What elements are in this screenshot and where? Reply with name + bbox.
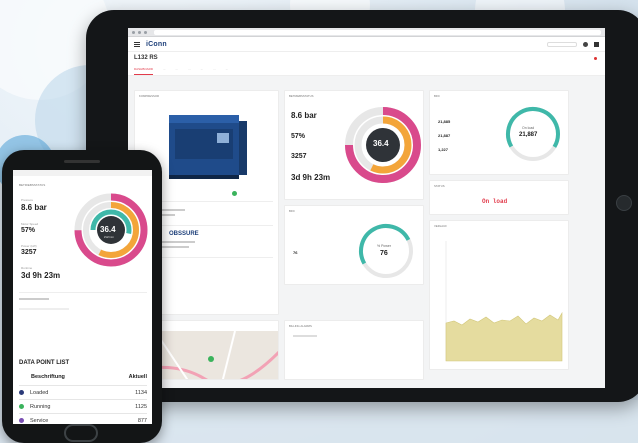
device-name: L132 RS bbox=[134, 55, 158, 61]
search-input[interactable] bbox=[547, 41, 577, 47]
runtime-label: Runtime bbox=[21, 266, 33, 270]
bfd-ring-label: On load bbox=[522, 126, 535, 130]
list-item[interactable]: Running 1125 bbox=[19, 399, 147, 413]
status-text: On load bbox=[482, 198, 508, 205]
card-title: KOMPRESSOR bbox=[139, 94, 160, 98]
list-item-label: Running bbox=[30, 403, 51, 410]
user-icon[interactable] bbox=[583, 41, 588, 47]
verlauf-area-chart bbox=[445, 241, 563, 362]
verlauf-chart-card: VERLAUF bbox=[429, 220, 569, 370]
list-item[interactable]: Loaded 1134 bbox=[19, 385, 147, 399]
bfd-ring-value: 21,887 bbox=[519, 132, 538, 138]
menu-icon[interactable] bbox=[134, 41, 140, 47]
card-title: STATUS bbox=[434, 184, 445, 188]
phone-screen: BETRIEBSSTATUS Pressure 8.6 bar Motor Sp… bbox=[13, 170, 152, 424]
browser-forward-icon[interactable] bbox=[138, 30, 141, 34]
tab-6[interactable]: ... bbox=[213, 67, 216, 75]
stat1-value: 21,885 bbox=[438, 119, 451, 124]
app-header: iConn bbox=[128, 37, 605, 52]
gauge-center-value: 36.4 bbox=[373, 139, 389, 148]
series-color-dot bbox=[19, 390, 24, 395]
tablet-device: iConn L132 RS DASHBOARD ... ... ... ... … bbox=[86, 10, 638, 402]
tab-bar: DASHBOARD ... ... ... ... ... ... bbox=[128, 63, 605, 76]
stat2-value: 21,887 bbox=[438, 133, 451, 138]
list-item-label: Service bbox=[30, 417, 49, 424]
card-title: BILLING ALARMS bbox=[289, 324, 312, 328]
phone-runtime-value: 3d 9h 23m bbox=[21, 271, 61, 280]
phone-gauge-center-unit: kW/min bbox=[104, 235, 114, 239]
tab-2[interactable]: ... bbox=[163, 67, 166, 75]
data-point-list-title: DATA POINT LIST bbox=[19, 360, 70, 366]
bfd-card: BFD 21,885 21,887 1,227 On load 21,887 bbox=[429, 90, 569, 175]
address-bar[interactable] bbox=[154, 29, 601, 35]
bfd2-left-value: 76 bbox=[293, 250, 298, 255]
list-item[interactable]: Service 877 bbox=[19, 413, 147, 424]
compressor-image bbox=[169, 115, 247, 179]
stat3-value: 1,227 bbox=[438, 147, 449, 152]
phone-pressure-value: 8.6 bar bbox=[21, 203, 47, 212]
phone-gauge-center-value: 36.4 bbox=[100, 225, 116, 234]
alarms-card: BILLING ALARMS bbox=[284, 320, 424, 380]
operating-status-card: BETRIEBSSTATUS 8.6 bar 57% 3257 3d 9h 23… bbox=[284, 90, 424, 200]
tab-4[interactable]: ... bbox=[188, 67, 191, 75]
browser-toolbar bbox=[128, 28, 605, 37]
phone-device: BETRIEBSSTATUS Pressure 8.6 bar Motor Sp… bbox=[2, 150, 162, 443]
card-title: VERLAUF bbox=[434, 224, 447, 228]
tab-5[interactable]: ... bbox=[201, 67, 204, 75]
alert-indicator[interactable] bbox=[594, 57, 597, 60]
pressure-value: 8.6 bar bbox=[291, 111, 317, 120]
tab-dashboard[interactable]: DASHBOARD bbox=[134, 67, 154, 75]
flow-label: Power (kW) bbox=[21, 244, 37, 248]
tab-7[interactable]: ... bbox=[226, 67, 229, 75]
column-header-label[interactable]: Beschriftung bbox=[31, 374, 65, 380]
series-color-dot bbox=[19, 404, 24, 409]
tab-3[interactable]: ... bbox=[176, 67, 179, 75]
apps-grid-icon[interactable] bbox=[594, 41, 599, 47]
speed-value: 57% bbox=[291, 133, 306, 140]
phone-speaker bbox=[64, 160, 100, 163]
bfd2-card: BFD 76 % Power 76 bbox=[284, 205, 424, 285]
card-title: BETRIEBSSTATUS bbox=[289, 94, 314, 98]
list-item-value: 877 bbox=[137, 417, 147, 424]
list-item-label: Loaded bbox=[30, 389, 49, 396]
list-item-value: 1134 bbox=[135, 389, 147, 396]
app-logo: iConn bbox=[146, 40, 167, 48]
card-title: BFD bbox=[289, 209, 295, 213]
phone-speed-value: 57% bbox=[21, 227, 36, 234]
card-title: BFD bbox=[434, 94, 440, 98]
flow-value: 3257 bbox=[291, 153, 307, 160]
browser-reload-icon[interactable] bbox=[144, 30, 147, 34]
status-dot bbox=[232, 191, 237, 196]
pressure-label: Pressure bbox=[21, 198, 34, 202]
status-card: STATUS On load bbox=[429, 180, 569, 215]
tablet-home-button[interactable] bbox=[616, 195, 632, 211]
data-point-list-header: Beschriftung Aktuell bbox=[19, 374, 147, 380]
phone-card-title: BETRIEBSSTATUS bbox=[19, 183, 46, 187]
phone-home-button[interactable] bbox=[64, 424, 98, 442]
list-item-value: 1125 bbox=[135, 403, 147, 410]
company-logo: OBSSURE bbox=[169, 231, 199, 237]
series-color-dot bbox=[19, 418, 24, 423]
speed-label: Motor Speed bbox=[21, 222, 39, 226]
bfd2-ring-label: % Power bbox=[377, 244, 392, 248]
bfd2-ring-value: 76 bbox=[380, 250, 388, 257]
tablet-screen: iConn L132 RS DASHBOARD ... ... ... ... … bbox=[128, 28, 605, 388]
column-header-value[interactable]: Aktuell bbox=[129, 374, 147, 380]
phone-flow-value: 3257 bbox=[21, 249, 37, 256]
browser-back-icon[interactable] bbox=[132, 30, 135, 34]
device-title-row: L132 RS bbox=[128, 52, 605, 63]
runtime-value: 3d 9h 23m bbox=[291, 173, 331, 182]
